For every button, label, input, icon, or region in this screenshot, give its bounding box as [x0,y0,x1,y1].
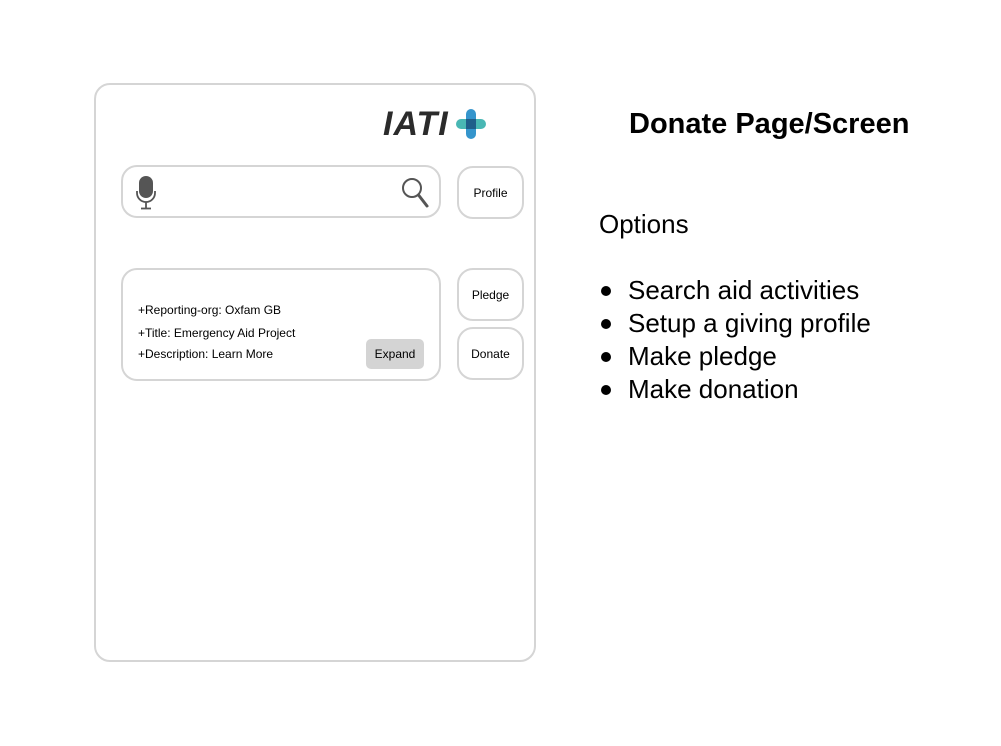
bullet-icon [601,286,611,296]
microphone-icon[interactable] [135,175,157,211]
list-item: Make pledge [599,340,871,373]
options-heading: Options [599,209,689,239]
description-link[interactable]: +Description: Learn More [138,347,273,361]
bullet-icon [601,385,611,395]
profile-button[interactable]: Profile [457,166,524,219]
activity-card: +Reporting-org: Oxfam GB +Title: Emergen… [121,268,441,381]
logo-text: IATI [383,105,449,143]
option-label: Search aid activities [628,275,860,305]
bullet-icon [601,352,611,362]
pledge-button[interactable]: Pledge [457,268,524,321]
iati-logo: IATI [383,106,487,142]
list-item: Setup a giving profile [599,307,871,340]
donate-button[interactable]: Donate [457,327,524,380]
bullet-icon [601,319,611,329]
search-bar[interactable] [121,165,441,218]
search-icon[interactable] [401,177,429,209]
expand-button[interactable]: Expand [366,339,424,369]
options-list: Search aid activities Setup a giving pro… [599,274,871,406]
activity-title-text: +Title: Emergency Aid Project [138,326,296,340]
option-label: Make donation [628,374,799,404]
list-item: Make donation [599,373,871,406]
list-item: Search aid activities [599,274,871,307]
plus-cross-icon [455,109,486,139]
page-title: Donate Page/Screen [629,108,910,140]
reporting-org-text: +Reporting-org: Oxfam GB [138,303,282,317]
option-label: Make pledge [628,341,777,371]
canvas: IATI Profile +Reporting-org: Oxfam GB +T… [0,0,1001,746]
option-label: Setup a giving profile [628,308,871,338]
